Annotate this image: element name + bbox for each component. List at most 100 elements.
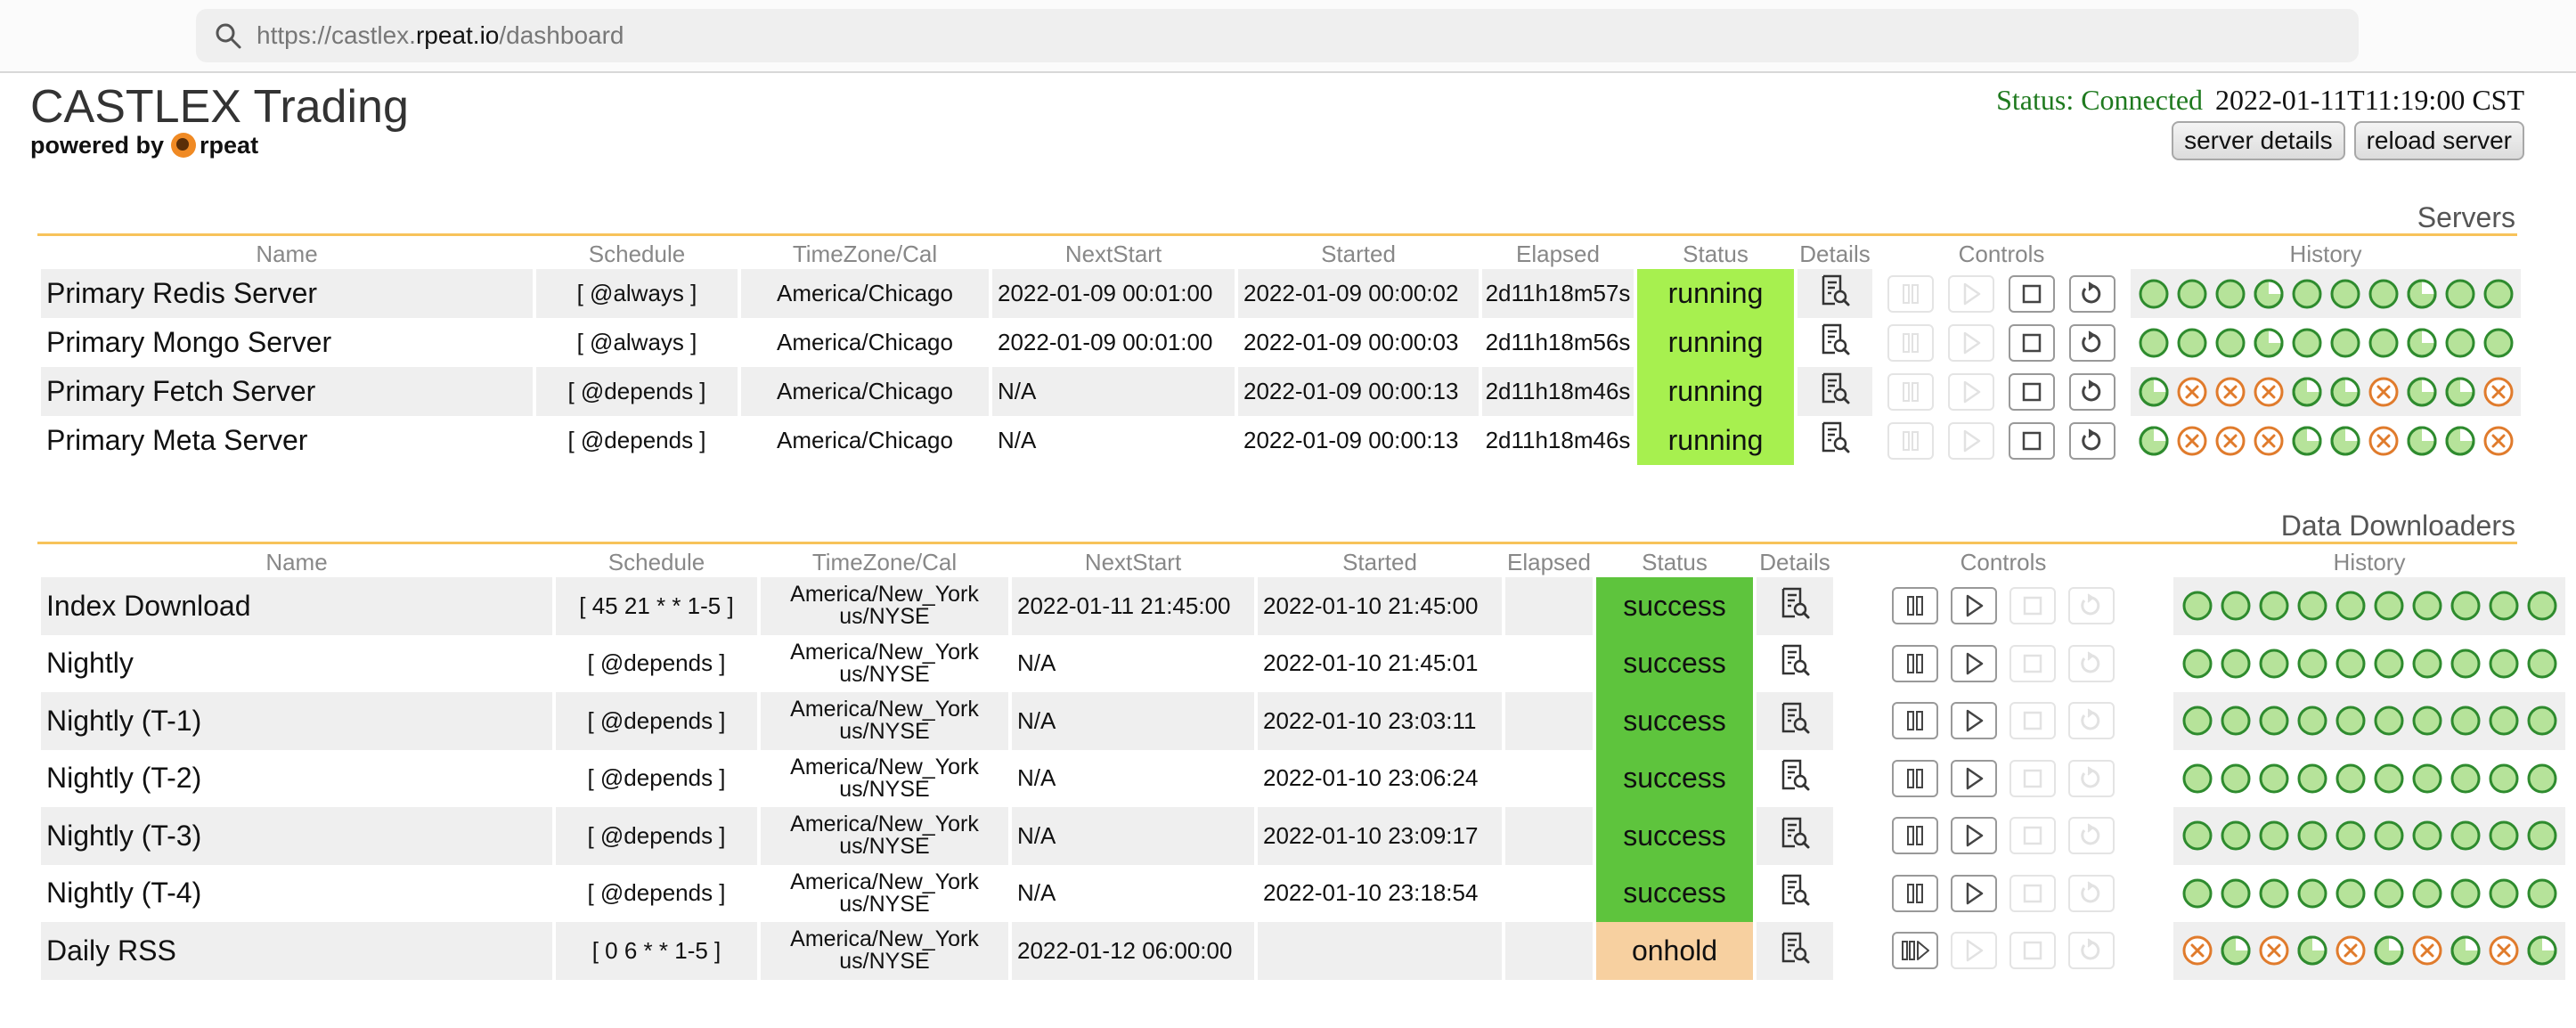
history-ok-icon[interactable]: [2296, 820, 2328, 852]
history-partial-icon[interactable]: [2329, 425, 2361, 457]
details-button[interactable]: [1757, 635, 1833, 693]
history-ok-icon[interactable]: [2450, 820, 2482, 852]
history-ok-icon[interactable]: [2488, 705, 2520, 737]
history-ok-icon[interactable]: [2329, 278, 2361, 310]
history-ok-icon[interactable]: [2450, 705, 2482, 737]
history-partial-icon[interactable]: [2291, 376, 2323, 408]
job-name[interactable]: Primary Fetch Server: [41, 367, 533, 416]
history-ok-icon[interactable]: [2373, 877, 2405, 910]
details-button[interactable]: [1757, 750, 1833, 808]
pause-button[interactable]: [1892, 644, 1938, 682]
details-log-icon[interactable]: [1819, 420, 1851, 454]
history-ok-icon[interactable]: [2291, 278, 2323, 310]
history-ok-icon[interactable]: [2482, 278, 2515, 310]
stop-button[interactable]: [2009, 587, 2056, 625]
restart-button[interactable]: [2068, 932, 2115, 970]
history-ok-icon[interactable]: [2450, 877, 2482, 910]
history-ok-icon[interactable]: [2335, 590, 2367, 622]
job-name[interactable]: Nightly (T-4): [41, 865, 552, 923]
stop-button[interactable]: [2009, 759, 2056, 797]
history-ok-icon[interactable]: [2411, 590, 2443, 622]
job-name[interactable]: Primary Meta Server: [41, 416, 533, 465]
play-button[interactable]: [1948, 421, 1994, 460]
history-partial-icon[interactable]: [2406, 278, 2438, 310]
pause-button[interactable]: [1892, 702, 1938, 740]
history-ok-icon[interactable]: [2258, 648, 2290, 680]
history-ok-icon[interactable]: [2258, 763, 2290, 795]
restart-button[interactable]: [2068, 759, 2115, 797]
play-button[interactable]: [1951, 587, 1997, 625]
history-partial-icon[interactable]: [2406, 376, 2438, 408]
job-name[interactable]: Daily RSS: [41, 922, 552, 980]
history-fail-icon[interactable]: [2214, 425, 2246, 457]
history-fail-icon[interactable]: [2181, 934, 2213, 967]
restart-button[interactable]: [2068, 702, 2115, 740]
history-ok-icon[interactable]: [2368, 327, 2400, 359]
stop-button[interactable]: [2009, 817, 2056, 855]
history-ok-icon[interactable]: [2181, 877, 2213, 910]
play-button[interactable]: [1948, 274, 1994, 313]
stop-button[interactable]: [2009, 702, 2056, 740]
history-partial-icon[interactable]: [2253, 278, 2285, 310]
job-name[interactable]: Nightly: [41, 635, 552, 693]
details-log-icon[interactable]: [1819, 273, 1851, 307]
history-ok-icon[interactable]: [2488, 763, 2520, 795]
history-ok-icon[interactable]: [2444, 327, 2476, 359]
job-name[interactable]: Nightly (T-3): [41, 807, 552, 865]
job-name[interactable]: Primary Redis Server: [41, 269, 533, 318]
pause-button[interactable]: [1892, 587, 1938, 625]
details-button[interactable]: [1757, 865, 1833, 923]
details-log-icon[interactable]: [1779, 586, 1811, 620]
history-partial-icon[interactable]: [2526, 934, 2558, 967]
play-button[interactable]: [1951, 932, 1997, 970]
history-ok-icon[interactable]: [2450, 763, 2482, 795]
details-log-icon[interactable]: [1779, 643, 1811, 677]
history-partial-icon[interactable]: [2296, 934, 2328, 967]
server-details-button[interactable]: server details: [2172, 121, 2345, 160]
history-ok-icon[interactable]: [2482, 327, 2515, 359]
history-ok-icon[interactable]: [2291, 327, 2323, 359]
history-ok-icon[interactable]: [2138, 278, 2170, 310]
history-ok-icon[interactable]: [2526, 877, 2558, 910]
history-fail-icon[interactable]: [2482, 425, 2515, 457]
restart-button[interactable]: [2069, 421, 2115, 460]
play-button[interactable]: [1951, 702, 1997, 740]
pause-button[interactable]: [1887, 421, 1934, 460]
history-ok-icon[interactable]: [2220, 877, 2252, 910]
history-ok-icon[interactable]: [2296, 763, 2328, 795]
history-partial-icon[interactable]: [2291, 425, 2323, 457]
history-ok-icon[interactable]: [2373, 820, 2405, 852]
history-fail-icon[interactable]: [2214, 376, 2246, 408]
history-ok-icon[interactable]: [2181, 705, 2213, 737]
stop-button[interactable]: [2009, 874, 2056, 912]
restart-button[interactable]: [2069, 274, 2115, 313]
history-ok-icon[interactable]: [2526, 648, 2558, 680]
restart-button[interactable]: [2069, 372, 2115, 411]
history-fail-icon[interactable]: [2253, 425, 2285, 457]
history-ok-icon[interactable]: [2214, 278, 2246, 310]
reload-server-button[interactable]: reload server: [2353, 121, 2524, 160]
history-ok-icon[interactable]: [2411, 648, 2443, 680]
pause-button[interactable]: [1892, 874, 1938, 912]
history-fail-icon[interactable]: [2176, 376, 2208, 408]
details-button[interactable]: [1797, 416, 1872, 465]
pause-button[interactable]: [1887, 274, 1934, 313]
details-button[interactable]: [1797, 269, 1872, 318]
history-ok-icon[interactable]: [2296, 705, 2328, 737]
history-partial-icon[interactable]: [2138, 425, 2170, 457]
job-name[interactable]: Nightly (T-1): [41, 692, 552, 750]
history-ok-icon[interactable]: [2488, 648, 2520, 680]
stop-button[interactable]: [2009, 323, 2055, 362]
history-ok-icon[interactable]: [2335, 820, 2367, 852]
restart-button[interactable]: [2068, 644, 2115, 682]
stop-button[interactable]: [2009, 274, 2055, 313]
details-button[interactable]: [1757, 922, 1833, 980]
pause-button[interactable]: [1887, 372, 1934, 411]
history-fail-icon[interactable]: [2253, 376, 2285, 408]
history-fail-icon[interactable]: [2335, 934, 2367, 967]
history-ok-icon[interactable]: [2488, 590, 2520, 622]
job-name[interactable]: Index Download: [41, 577, 552, 635]
details-button[interactable]: [1757, 807, 1833, 865]
history-ok-icon[interactable]: [2411, 763, 2443, 795]
history-ok-icon[interactable]: [2373, 648, 2405, 680]
